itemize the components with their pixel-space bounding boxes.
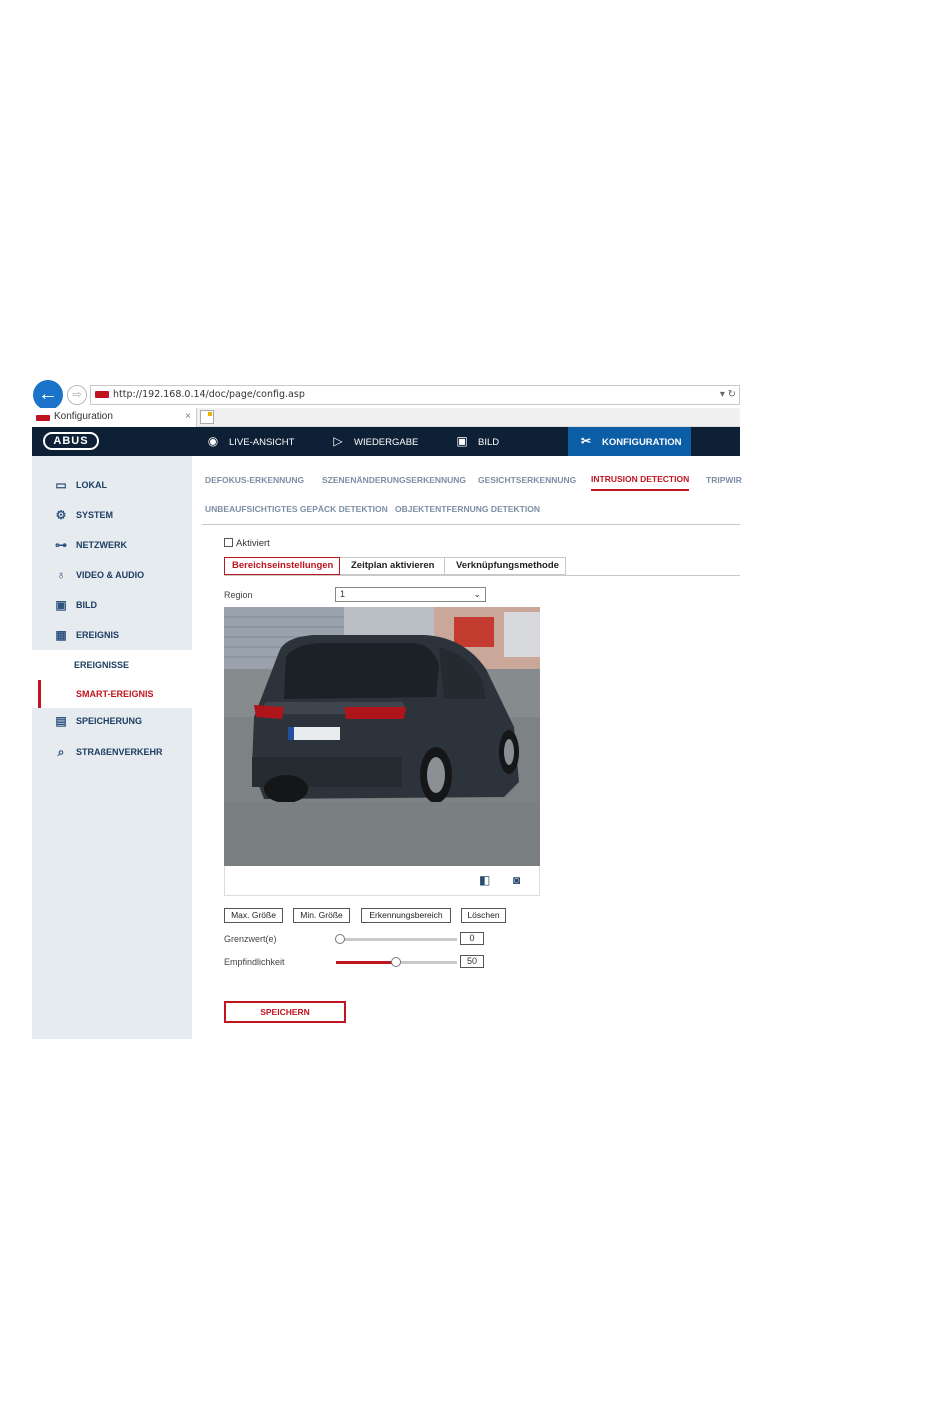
sidebar-item-label: SMART-EREIGNIS	[76, 689, 154, 699]
sensitivity-label: Empfindlichkeit	[224, 957, 285, 967]
sidebar-item-label: SPEICHERUNG	[76, 716, 143, 726]
nav-playback[interactable]: ▷ WIEDERGABE	[330, 427, 418, 456]
sidebar-item-label: VIDEO & AUDIO	[76, 570, 145, 580]
back-arrow-icon[interactable]: ←	[33, 380, 63, 410]
tab-unattended-baggage[interactable]: UNBEAUFSICHTIGTES GEPÄCK DETEKTION	[205, 504, 388, 514]
camera-preview[interactable]	[224, 607, 540, 866]
image-icon: ▣	[456, 434, 468, 448]
sidebar-item-local[interactable]: ▭ LOKAL	[32, 473, 192, 497]
tab-intrusion-detection[interactable]: INTRUSION DETECTION	[591, 474, 690, 491]
nav-live-view-label: LIVE-ANSICHT	[229, 437, 295, 448]
refresh-icon[interactable]: ▾ ↻	[720, 386, 736, 404]
sensitivity-slider-fill	[336, 961, 396, 964]
sidebar-item-label: LOKAL	[76, 480, 107, 490]
detection-area-button[interactable]: Erkennungsbereich	[361, 908, 451, 923]
network-icon: ⊶	[55, 538, 67, 552]
sidebar-item-label: EREIGNIS	[76, 630, 120, 640]
nav-image[interactable]: ▣ BILD	[454, 427, 499, 456]
eye-icon: ◉	[207, 434, 219, 448]
enabled-row: Aktiviert	[224, 538, 270, 549]
new-tab-icon[interactable]	[200, 410, 214, 424]
preview-toolbar: ◧ ◙	[224, 866, 540, 896]
tab-face-detection[interactable]: GESICHTSERKENNUNG	[478, 475, 576, 485]
sidebar-item-traffic[interactable]: ⌕ STRAßENVERKEHR	[32, 740, 192, 764]
min-size-button[interactable]: Min. Größe	[293, 908, 350, 923]
region-label: Region	[224, 590, 253, 600]
url-text: http://192.168.0.14/doc/page/config.asp	[113, 389, 305, 400]
subtab-area-settings[interactable]: Bereichseinstellungen	[224, 557, 340, 575]
tab-defocus[interactable]: DEFOKUS-ERKENNUNG	[205, 475, 304, 485]
sidebar-item-label: EREIGNISSE	[74, 660, 130, 670]
region-value: 1	[340, 589, 346, 599]
nav-playback-label: WIEDERGABE	[354, 437, 419, 448]
monitor-icon: ▭	[55, 478, 67, 492]
site-favicon-icon	[95, 391, 109, 398]
sidebar: ▭ LOKAL ⚙ SYSTEM ⊶ NETZWERK ♁ VIDEO & AU…	[32, 456, 192, 1039]
enabled-checkbox[interactable]	[224, 538, 233, 547]
record-video-icon[interactable]: ◧	[479, 873, 490, 887]
browser-window: ← ⇨ http://192.168.0.14/doc/page/config.…	[32, 378, 742, 1039]
sidebar-subitem-events[interactable]: EREIGNISSE	[32, 650, 192, 680]
subtab-linkage-method[interactable]: Verknüpfungsmethode	[445, 557, 566, 575]
camera-frame-image	[224, 607, 540, 866]
traffic-search-icon: ⌕	[57, 745, 65, 759]
abus-logo: ABUS	[43, 432, 99, 450]
subtab-divider	[224, 575, 740, 576]
enabled-label: Aktiviert	[236, 538, 270, 549]
sensitivity-slider-handle[interactable]	[391, 957, 401, 967]
sidebar-item-event[interactable]: ▦ EREIGNIS	[32, 623, 192, 647]
threshold-value[interactable]: 0	[460, 932, 484, 945]
browser-tab-strip: Konfiguration ×	[32, 408, 740, 427]
sidebar-item-network[interactable]: ⊶ NETZWERK	[32, 533, 192, 557]
sidebar-item-storage[interactable]: ▤ SPEICHERUNG	[32, 709, 192, 733]
region-select[interactable]: 1 ⌄	[335, 587, 486, 602]
play-icon: ▷	[333, 434, 343, 448]
address-row: ← ⇨ http://192.168.0.14/doc/page/config.…	[32, 378, 740, 410]
tab-favicon-icon	[36, 415, 50, 421]
threshold-slider[interactable]	[336, 938, 457, 941]
tab-scene-change[interactable]: SZENENÄNDERUNGSERKENNUNG	[322, 475, 466, 485]
subtab-schedule[interactable]: Zeitplan aktivieren	[340, 557, 445, 575]
nav-configuration-label: KONFIGURATION	[602, 437, 682, 448]
tab-title: Konfiguration	[54, 411, 113, 422]
nav-image-label: BILD	[478, 437, 500, 448]
tab-object-removal[interactable]: OBJEKTENTFERNUNG DETEKTION	[395, 504, 540, 514]
sidebar-item-system[interactable]: ⚙ SYSTEM	[32, 503, 192, 527]
sensitivity-value[interactable]: 50	[460, 955, 484, 968]
threshold-slider-handle[interactable]	[335, 934, 345, 944]
close-icon[interactable]: ×	[185, 408, 191, 426]
sidebar-subitem-smart-event[interactable]: SMART-EREIGNIS	[32, 680, 192, 708]
image-icon: ▣	[55, 598, 67, 612]
camera-snapshot-icon[interactable]: ◙	[513, 873, 520, 887]
nav-live-view[interactable]: ◉ LIVE-ANSICHT	[205, 427, 295, 456]
chevron-down-icon: ⌄	[473, 589, 481, 599]
sidebar-item-label: STRAßENVERKEHR	[76, 747, 163, 757]
content-area: DEFOKUS-ERKENNUNG SZENENÄNDERUNGSERKENNU…	[192, 456, 742, 1039]
browser-tab[interactable]: Konfiguration ×	[32, 408, 197, 427]
forward-arrow-icon[interactable]: ⇨	[67, 385, 87, 405]
app-header: ABUS ◉ LIVE-ANSICHT ▷ WIEDERGABE ▣ BILD ✂ KO…	[32, 427, 740, 456]
delete-button[interactable]: Löschen	[461, 908, 506, 923]
max-size-button[interactable]: Max. Größe	[224, 908, 283, 923]
save-icon: ▤	[55, 714, 67, 728]
gear-icon: ⚙	[55, 508, 67, 522]
nav-configuration[interactable]: ✂ KONFIGURATION	[568, 427, 691, 456]
microphone-icon: ♁	[56, 568, 66, 582]
sidebar-item-label: BILD	[76, 600, 97, 610]
url-bar[interactable]: http://192.168.0.14/doc/page/config.asp …	[90, 385, 740, 405]
tabs-divider	[202, 524, 740, 525]
calendar-icon: ▦	[55, 628, 67, 642]
sidebar-item-image[interactable]: ▣ BILD	[32, 593, 192, 617]
tab-tripwire[interactable]: TRIPWIR	[706, 475, 742, 485]
save-button[interactable]: SPEICHERN	[224, 1001, 346, 1023]
sidebar-item-video-audio[interactable]: ♁ VIDEO & AUDIO	[32, 563, 192, 587]
sidebar-item-label: SYSTEM	[76, 510, 114, 520]
sidebar-item-label: NETZWERK	[76, 540, 127, 550]
threshold-label: Grenzwert(e)	[224, 934, 277, 944]
tools-icon: ✂	[580, 434, 592, 448]
